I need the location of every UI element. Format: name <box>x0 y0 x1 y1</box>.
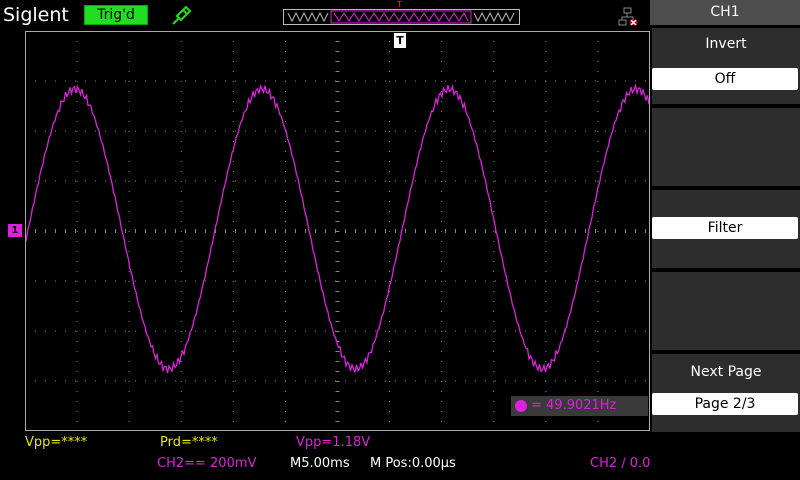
frequency-readout: = 49.9021Hz <box>531 398 617 413</box>
invert-menu-button[interactable]: Invert Off <box>652 28 800 104</box>
ch2-scale-readout: CH2== 200mV <box>157 456 257 471</box>
ch1-vpp-measurement: Vpp=**** <box>25 435 88 450</box>
menu-slot-empty-4 <box>652 272 800 350</box>
menu-title: CH1 <box>650 0 800 25</box>
trigger-status-badge: Trig'd <box>84 5 148 25</box>
memory-trigger-marker: T <box>397 0 402 9</box>
horizontal-position-readout: M Pos:0.00µs <box>370 456 456 471</box>
probe-icon <box>172 5 192 25</box>
next-page-menu-button[interactable]: Next Page Page 2/3 <box>652 354 800 432</box>
waveform-grid <box>25 31 650 431</box>
filter-menu-button[interactable]: Filter <box>652 190 800 268</box>
ch1-menu-panel: CH1 Invert Off Filter Next Page Page 2/3 <box>650 0 800 480</box>
frequency-counter: = 49.9021Hz <box>511 396 648 416</box>
channel-level-marker: 1 <box>8 224 22 237</box>
next-page-label: Next Page <box>690 364 762 380</box>
trigger-position-marker: T <box>394 33 406 48</box>
filter-label: Filter <box>652 217 798 239</box>
network-disconnected-icon <box>618 7 637 26</box>
ch1-period-measurement: Prd=**** <box>160 435 218 450</box>
ch2-vpp-measurement: Vpp=1.18V <box>296 435 371 450</box>
timebase-readout: M5.00ms <box>290 456 350 471</box>
invert-label: Invert <box>705 36 747 52</box>
invert-value: Off <box>652 68 798 90</box>
counter-icon <box>515 400 527 412</box>
menu-slot-empty-2 <box>652 108 800 186</box>
brand-label: Siglent <box>3 4 69 26</box>
next-page-value: Page 2/3 <box>652 393 798 415</box>
memory-position-bar <box>283 9 520 25</box>
